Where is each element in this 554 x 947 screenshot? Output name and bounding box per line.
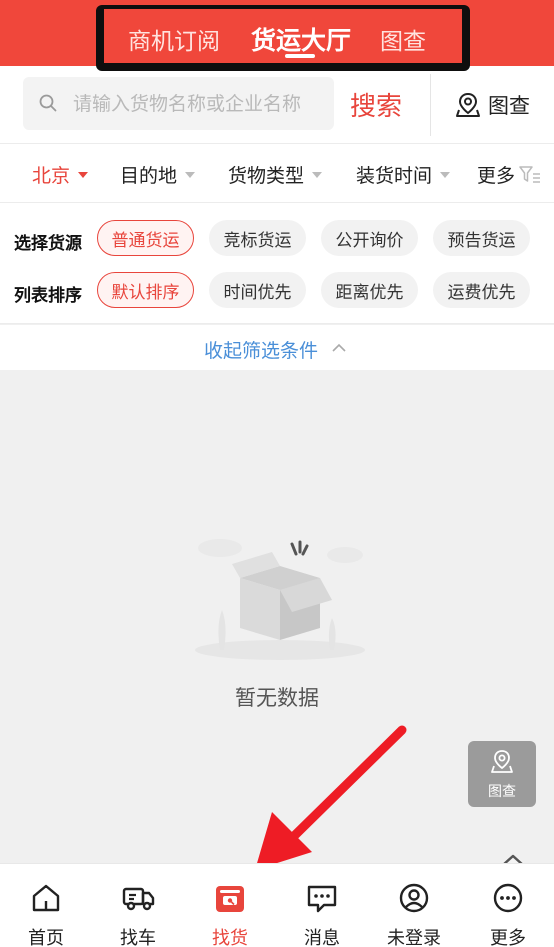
tab-subscription[interactable]: 商机订阅	[128, 22, 220, 56]
chip-bidding-freight[interactable]: 竞标货运	[209, 220, 306, 256]
tab-map-search[interactable]: 图查	[380, 22, 426, 56]
filter-options-panel: 选择货源 普通货运 竞标货运 公开询价 预告货运 列表排序 默认排序 时间优先 …	[0, 203, 554, 324]
header-tabs-inner: 商机订阅 货运大厅 图查	[104, 9, 462, 63]
nav-login-label: 未登录	[387, 928, 441, 947]
message-icon	[307, 885, 337, 913]
filter-origin-label: 北京	[32, 165, 71, 187]
map-pin-icon	[491, 750, 513, 773]
active-tab-indicator	[285, 54, 315, 58]
filter-loading-time[interactable]: 装货时间	[356, 161, 451, 188]
map-search-link[interactable]: 图查	[454, 90, 530, 120]
dropdown-triangle-icon	[78, 171, 89, 178]
chip-normal-freight[interactable]: 普通货运	[97, 220, 194, 256]
user-icon	[399, 883, 429, 913]
nav-find-truck[interactable]: 找车	[92, 864, 184, 947]
filter-loading-time-label: 装货时间	[356, 165, 433, 187]
filter-more[interactable]: 更多	[477, 161, 541, 188]
empty-box-illustration	[195, 539, 365, 660]
search-row: 搜索 图查	[0, 66, 554, 143]
nav-messages[interactable]: 消息	[276, 864, 368, 947]
filter-origin-city[interactable]: 北京	[32, 161, 89, 188]
filter-destination-label: 目的地	[120, 165, 178, 187]
search-box[interactable]	[23, 77, 334, 130]
nav-find-cargo[interactable]: 找货	[184, 864, 276, 947]
map-pin-icon	[456, 92, 480, 117]
more-icon	[493, 883, 523, 913]
chip-preview-freight[interactable]: 预告货运	[433, 220, 530, 256]
truck-icon	[122, 887, 155, 911]
funnel-icon	[519, 165, 541, 183]
collapse-filters-button[interactable]: 收起筛选条件	[204, 336, 318, 363]
cargo-box-icon	[216, 886, 244, 912]
bottom-nav: 首页 找车 找货 消息 未登录 更多	[0, 863, 554, 947]
filter-cargo-type[interactable]: 货物类型	[228, 161, 323, 188]
search-divider	[430, 74, 431, 136]
header-tabs: 商机订阅 货运大厅 图查	[96, 5, 470, 71]
filter-more-label: 更多	[477, 165, 516, 187]
search-button[interactable]: 搜索	[350, 86, 402, 123]
nav-home[interactable]: 首页	[0, 864, 92, 947]
collapse-filters-row: 收起筛选条件	[0, 325, 554, 370]
nav-home-label: 首页	[28, 928, 64, 947]
chip-fare-first[interactable]: 运费优先	[433, 272, 530, 308]
chevron-up-icon[interactable]	[332, 341, 346, 355]
chip-public-inquiry[interactable]: 公开询价	[321, 220, 418, 256]
search-icon	[39, 94, 57, 112]
nav-find-cargo-label: 找货	[212, 928, 248, 947]
search-input[interactable]	[73, 77, 331, 130]
chip-distance-first[interactable]: 距离优先	[321, 272, 418, 308]
tab-freight-hall[interactable]: 货运大厅	[251, 21, 351, 57]
nav-find-truck-label: 找车	[120, 928, 156, 947]
dropdown-triangle-icon	[312, 171, 323, 178]
source-row-label: 选择货源	[14, 234, 82, 254]
chip-time-first[interactable]: 时间优先	[209, 272, 306, 308]
nav-messages-label: 消息	[304, 928, 340, 947]
floating-map-label: 图查	[488, 784, 516, 800]
floating-map-button[interactable]: 图查	[468, 741, 536, 807]
chip-default-sort[interactable]: 默认排序	[97, 272, 194, 308]
nav-login[interactable]: 未登录	[368, 864, 460, 947]
nav-more[interactable]: 更多	[462, 864, 554, 947]
sort-row-label: 列表排序	[14, 286, 82, 306]
map-search-label: 图查	[488, 94, 530, 118]
empty-state-text: 暂无数据	[235, 686, 319, 710]
dropdown-triangle-icon	[440, 171, 451, 178]
home-icon	[32, 884, 60, 912]
nav-more-label: 更多	[490, 928, 526, 947]
filter-bar: 北京 目的地 货物类型 装货时间 更多	[0, 143, 554, 203]
dropdown-triangle-icon	[185, 171, 196, 178]
filter-cargo-type-label: 货物类型	[228, 165, 305, 187]
filter-destination[interactable]: 目的地	[120, 161, 196, 188]
